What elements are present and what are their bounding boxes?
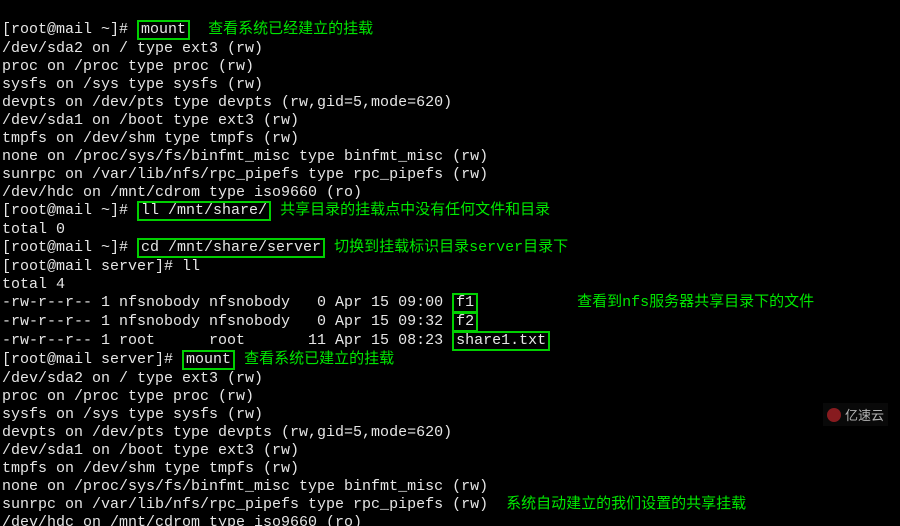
prompt: [root@mail server]# bbox=[2, 351, 182, 368]
watermark-text: 亿速云 bbox=[845, 405, 884, 424]
mount-line: /dev/sda1 on /boot type ext3 (rw) bbox=[2, 442, 299, 459]
note-ll-share: 共享目录的挂载点中没有任何文件和目录 bbox=[280, 202, 550, 219]
ls-row: -rw-r--r-- 1 nfsnobody nfsnobody 0 Apr 1… bbox=[2, 313, 452, 330]
total-line: total 4 bbox=[2, 276, 65, 293]
note-cd-server: 切换到挂载标识目录server目录下 bbox=[334, 239, 568, 256]
prompt: [root@mail ~]# bbox=[2, 239, 137, 256]
note-mount2: 查看系统已建立的挂载 bbox=[244, 351, 394, 368]
mount-line: sysfs on /sys type sysfs (rw) bbox=[2, 76, 263, 93]
mount-line: /dev/sda2 on / type ext3 (rw) bbox=[2, 370, 263, 387]
note-mount: 查看系统已经建立的挂载 bbox=[208, 21, 373, 38]
file-share1: share1.txt bbox=[452, 331, 550, 351]
note-nfs-files: 查看到nfs服务器共享目录下的文件 bbox=[577, 294, 814, 311]
file-f1: f1 bbox=[452, 293, 478, 313]
mount-line: sunrpc on /var/lib/nfs/rpc_pipefs type r… bbox=[2, 496, 488, 513]
file-f2: f2 bbox=[452, 312, 478, 332]
mount-line: devpts on /dev/pts type devpts (rw,gid=5… bbox=[2, 424, 452, 441]
mount-line: sysfs on /sys type sysfs (rw) bbox=[2, 406, 263, 423]
mount-line: /dev/sda2 on / type ext3 (rw) bbox=[2, 40, 263, 57]
ls-row: -rw-r--r-- 1 root root 11 Apr 15 08:23 bbox=[2, 332, 452, 349]
cmd-mount: mount bbox=[137, 20, 190, 40]
mount-line: /dev/hdc on /mnt/cdrom type iso9660 (ro) bbox=[2, 514, 362, 526]
note-auto-mount: 系统自动建立的我们设置的共享挂载 bbox=[506, 496, 746, 513]
mount-line: /dev/hdc on /mnt/cdrom type iso9660 (ro) bbox=[2, 184, 362, 201]
prompt: [root@mail ~]# bbox=[2, 202, 137, 219]
cmd-ll-share: ll /mnt/share/ bbox=[137, 201, 271, 221]
prompt: [root@mail ~]# bbox=[2, 21, 137, 38]
mount-line: proc on /proc type proc (rw) bbox=[2, 388, 254, 405]
cmd-mount2: mount bbox=[182, 350, 235, 370]
mount-line: none on /proc/sys/fs/binfmt_misc type bi… bbox=[2, 478, 488, 495]
mount-line: /dev/sda1 on /boot type ext3 (rw) bbox=[2, 112, 299, 129]
cmd-ll: ll bbox=[182, 258, 200, 275]
terminal-output: [root@mail ~]# mount 查看系统已经建立的挂载 /dev/sd… bbox=[0, 0, 900, 526]
mount-line: sunrpc on /var/lib/nfs/rpc_pipefs type r… bbox=[2, 166, 488, 183]
mount-line: proc on /proc type proc (rw) bbox=[2, 58, 254, 75]
mount-line: tmpfs on /dev/shm type tmpfs (rw) bbox=[2, 460, 299, 477]
mount-line: tmpfs on /dev/shm type tmpfs (rw) bbox=[2, 130, 299, 147]
watermark-icon bbox=[827, 408, 841, 422]
cmd-cd-server: cd /mnt/share/server bbox=[137, 238, 325, 258]
total-line: total 0 bbox=[2, 221, 65, 238]
prompt: [root@mail server]# bbox=[2, 258, 182, 275]
ls-row: -rw-r--r-- 1 nfsnobody nfsnobody 0 Apr 1… bbox=[2, 294, 452, 311]
watermark: 亿速云 bbox=[823, 403, 888, 426]
mount-line: none on /proc/sys/fs/binfmt_misc type bi… bbox=[2, 148, 488, 165]
mount-line: devpts on /dev/pts type devpts (rw,gid=5… bbox=[2, 94, 452, 111]
